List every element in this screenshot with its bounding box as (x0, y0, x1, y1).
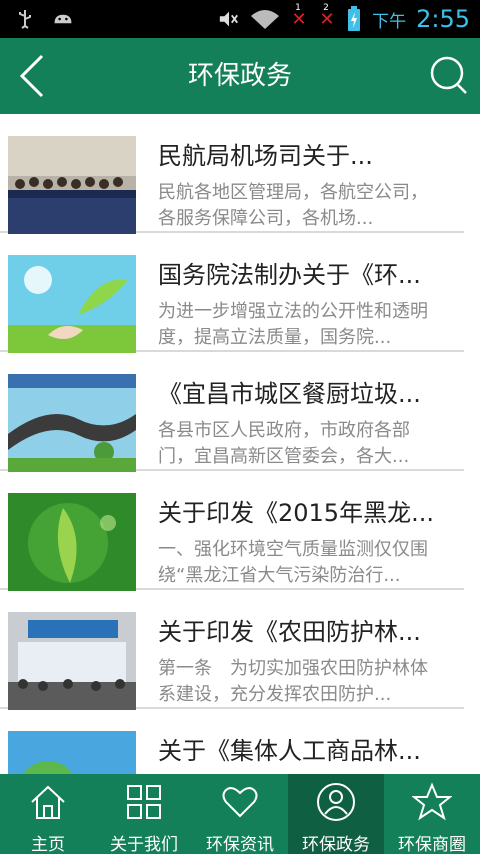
home-icon (31, 785, 65, 819)
article-thumbnail (8, 255, 136, 353)
article-title: 关于印发《农田防护林... (158, 618, 421, 646)
star-icon (412, 782, 452, 821)
heart-icon (222, 787, 258, 818)
tab-label: 环保资讯 (206, 835, 274, 855)
article-title: 国务院法制办关于《环... (158, 261, 421, 289)
article-thumbnail (8, 493, 136, 591)
tab-about[interactable]: 关于我们 (96, 774, 192, 855)
list-item[interactable]: 关于印发《农田防护林... 第一条 为切实加强农田防护林体系建设，充分发挥农田防… (0, 590, 464, 710)
bottom-tab-bar: 主页 关于我们 环保资讯 环保政务 环保商圈 (0, 774, 480, 855)
list-item[interactable]: 民航局机场司关于... 民航各地区管理局，各航空公司，各服务保障公司，各机场..… (0, 114, 464, 234)
article-list[interactable]: 民航局机场司关于... 民航各地区管理局，各航空公司，各服务保障公司，各机场..… (0, 114, 480, 774)
tab-business[interactable]: 环保商圈 (384, 774, 480, 855)
sim2-no-signal-icon: 2 ✕ (319, 2, 335, 30)
mute-icon (219, 11, 239, 27)
tab-home[interactable]: 主页 (0, 774, 96, 855)
tab-news[interactable]: 环保资讯 (192, 774, 288, 855)
article-title: 民航局机场司关于... (158, 142, 373, 170)
article-title: 关于印发《2015年黑龙... (158, 499, 434, 527)
usb-icon (19, 10, 31, 29)
sim1-no-signal-icon: 1 ✕ (291, 2, 307, 30)
app-header: 环保政务 (0, 38, 480, 114)
user-icon (317, 783, 355, 821)
page-title: 环保政务 (187, 61, 292, 91)
article-thumbnail (8, 612, 136, 710)
article-title: 《宜昌市城区餐厨垃圾... (158, 380, 421, 408)
list-item[interactable]: 《宜昌市城区餐厨垃圾... 各县市区人民政府，市政府各部门，宜昌高新区管委会，各… (0, 352, 464, 472)
article-thumbnail (8, 731, 136, 774)
article-thumbnail (8, 374, 136, 472)
tab-label: 主页 (31, 835, 65, 855)
tab-label: 环保政务 (302, 835, 370, 855)
article-summary: 第一条 为切实加强农田防护林体系建设，充分发挥农田防护... (158, 658, 428, 705)
list-item[interactable]: 关于《集体人工商品林... (0, 709, 464, 774)
list-item[interactable]: 国务院法制办关于《环... 为进一步增强立法的公开性和透明度，提高立法质量，国务… (0, 233, 464, 353)
article-summary: 为进一步增强立法的公开性和透明度，提高立法质量，国务院... (158, 301, 428, 348)
article-summary: 民航各地区管理局，各航空公司，各服务保障公司，各机场... (158, 182, 428, 229)
tab-label: 环保商圈 (398, 835, 466, 855)
search-button[interactable] (428, 54, 470, 98)
clock-time: 2:55 (416, 5, 470, 33)
article-thumbnail (8, 136, 136, 234)
tab-government-affairs[interactable]: 环保政务 (288, 774, 384, 855)
article-title: 关于《集体人工商品林... (158, 737, 421, 765)
article-summary: 一、强化环境空气质量监测仅仅围绕“黑龙江省大气污染防治行... (158, 539, 428, 586)
grid-icon (127, 785, 161, 819)
wifi-icon (251, 10, 280, 29)
tab-label: 关于我们 (110, 835, 178, 855)
android-icon (54, 14, 72, 24)
clock-ampm: 下午 (372, 11, 407, 32)
article-summary: 各县市区人民政府，市政府各部门，宜昌高新区管委会，各大... (158, 420, 410, 467)
battery-charging-icon (348, 6, 361, 31)
list-item[interactable]: 关于印发《2015年黑龙... 一、强化环境空气质量监测仅仅围绕“黑龙江省大气污… (0, 471, 464, 591)
status-bar: 1 ✕ 2 ✕ 下午 2:55 (0, 0, 480, 38)
